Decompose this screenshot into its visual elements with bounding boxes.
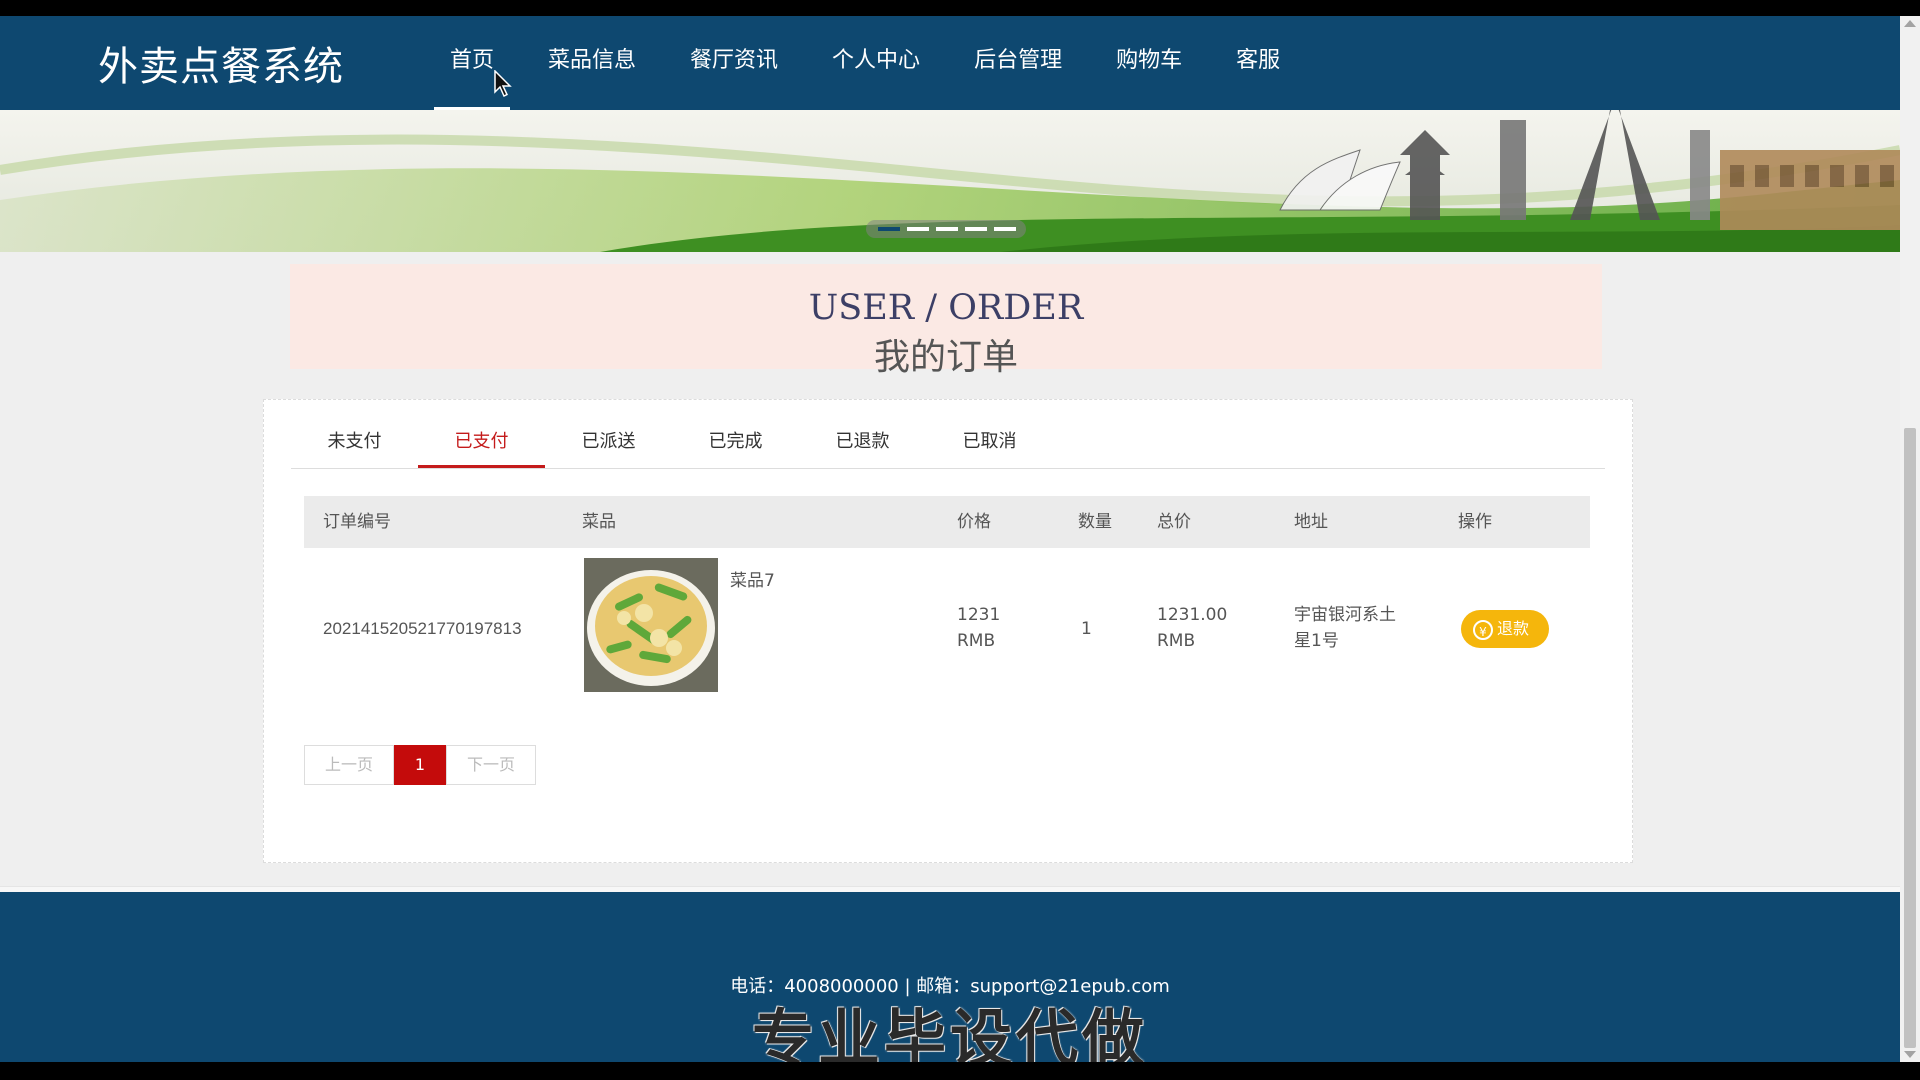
tab-paid[interactable]: 已支付 <box>418 418 545 468</box>
carousel-dot-5[interactable] <box>994 227 1016 231</box>
address-line-2: 星1号 <box>1294 631 1339 651</box>
tab-dispatched[interactable]: 已派送 <box>545 418 672 466</box>
carousel-dot-2[interactable] <box>907 227 929 231</box>
nav-cart[interactable]: 购物车 <box>1100 16 1198 110</box>
quantity: 1 <box>1081 619 1092 639</box>
dish-photo-icon <box>584 558 718 692</box>
table-row: 20214152052177019781​3 <box>304 548 1590 698</box>
col-price: 价格 <box>957 512 991 532</box>
order-number: 20214152052177019781​3 <box>323 619 522 638</box>
carousel-dot-3[interactable] <box>936 227 958 231</box>
tab-cancelled[interactable]: 已取消 <box>926 418 1053 466</box>
refund-button-label: 退款 <box>1497 619 1530 638</box>
next-page-button[interactable]: 下一页 <box>446 745 536 785</box>
dish-image[interactable] <box>584 558 718 692</box>
col-action: 操作 <box>1458 512 1492 532</box>
watermark-text: 专业毕设代做 <box>751 1002 1148 1062</box>
page-title-en: USER / ORDER <box>808 288 1084 328</box>
nav-restaurant-news[interactable]: 餐厅资讯 <box>674 16 794 110</box>
col-address: 地址 <box>1294 512 1328 532</box>
nav-customer-service[interactable]: 客服 <box>1220 16 1296 110</box>
refund-button[interactable]: ¥ 退款 <box>1461 610 1549 648</box>
current-page-button[interactable]: 1 <box>394 745 446 785</box>
total-unit: RMB <box>1157 631 1196 651</box>
price-value: 1231 <box>957 605 1001 625</box>
address: 宇宙银河系土 星1号 <box>1294 602 1396 654</box>
total-value: 1231.00 <box>1157 605 1228 625</box>
site-header: 外卖点餐系统 首页 菜品信息 餐厅资讯 个人中心 后台管理 购物车 客服 <box>0 16 1900 110</box>
dish-name[interactable]: 菜品7 <box>730 568 775 594</box>
tab-refunded[interactable]: 已退款 <box>799 418 926 466</box>
tab-completed[interactable]: 已完成 <box>672 418 799 466</box>
main-nav: 首页 菜品信息 餐厅资讯 个人中心 后台管理 购物车 客服 <box>434 16 1318 110</box>
browser-viewport: 外卖点餐系统 首页 菜品信息 餐厅资讯 个人中心 后台管理 购物车 客服 USE… <box>0 16 1900 1062</box>
price-unit: RMB <box>957 631 996 651</box>
pagination: 上一页 1 下一页 <box>304 745 536 785</box>
scroll-thumb[interactable] <box>1904 428 1916 1048</box>
col-quantity: 数量 <box>1078 512 1112 532</box>
nav-dish-info[interactable]: 菜品信息 <box>532 16 652 110</box>
tab-unpaid[interactable]: 未支付 <box>291 418 418 466</box>
nav-personal-center[interactable]: 个人中心 <box>816 16 936 110</box>
yen-icon: ¥ <box>1473 619 1493 640</box>
scroll-down-icon[interactable] <box>1904 1051 1916 1058</box>
order-status-tabs: 未支付 已支付 已派送 已完成 已退款 已取消 <box>291 418 1605 469</box>
orders-panel: 未支付 已支付 已派送 已完成 已退款 已取消 订单编号 菜品 价格 数量 总价… <box>263 399 1633 863</box>
site-footer: 电话：4008000000 | 邮箱：support@21epub.com 专业… <box>0 892 1900 1062</box>
address-line-1: 宇宙银河系土 <box>1294 605 1396 625</box>
col-total: 总价 <box>1157 512 1191 532</box>
total-price: 1231.00 RMB <box>1157 602 1227 654</box>
col-order-no: 订单编号 <box>323 512 391 532</box>
col-dish: 菜品 <box>582 512 616 532</box>
price: 1231 RMB <box>957 602 1000 654</box>
prev-page-button[interactable]: 上一页 <box>304 745 394 785</box>
page-title-cn: 我的订单 <box>873 337 1018 378</box>
carousel-indicators <box>866 220 1026 238</box>
carousel-dot-4[interactable] <box>965 227 987 231</box>
scroll-up-icon[interactable] <box>1904 20 1916 27</box>
page-title-box: USER / ORDER 我的订单 <box>290 264 1602 378</box>
mouse-cursor-icon <box>494 70 512 98</box>
nav-admin[interactable]: 后台管理 <box>958 16 1078 110</box>
orders-table-header: 订单编号 菜品 价格 数量 总价 地址 操作 <box>304 496 1590 548</box>
site-logo[interactable]: 外卖点餐系统 <box>98 34 344 92</box>
carousel-dot-1[interactable] <box>878 227 900 231</box>
vertical-scrollbar[interactable] <box>1900 16 1920 1062</box>
